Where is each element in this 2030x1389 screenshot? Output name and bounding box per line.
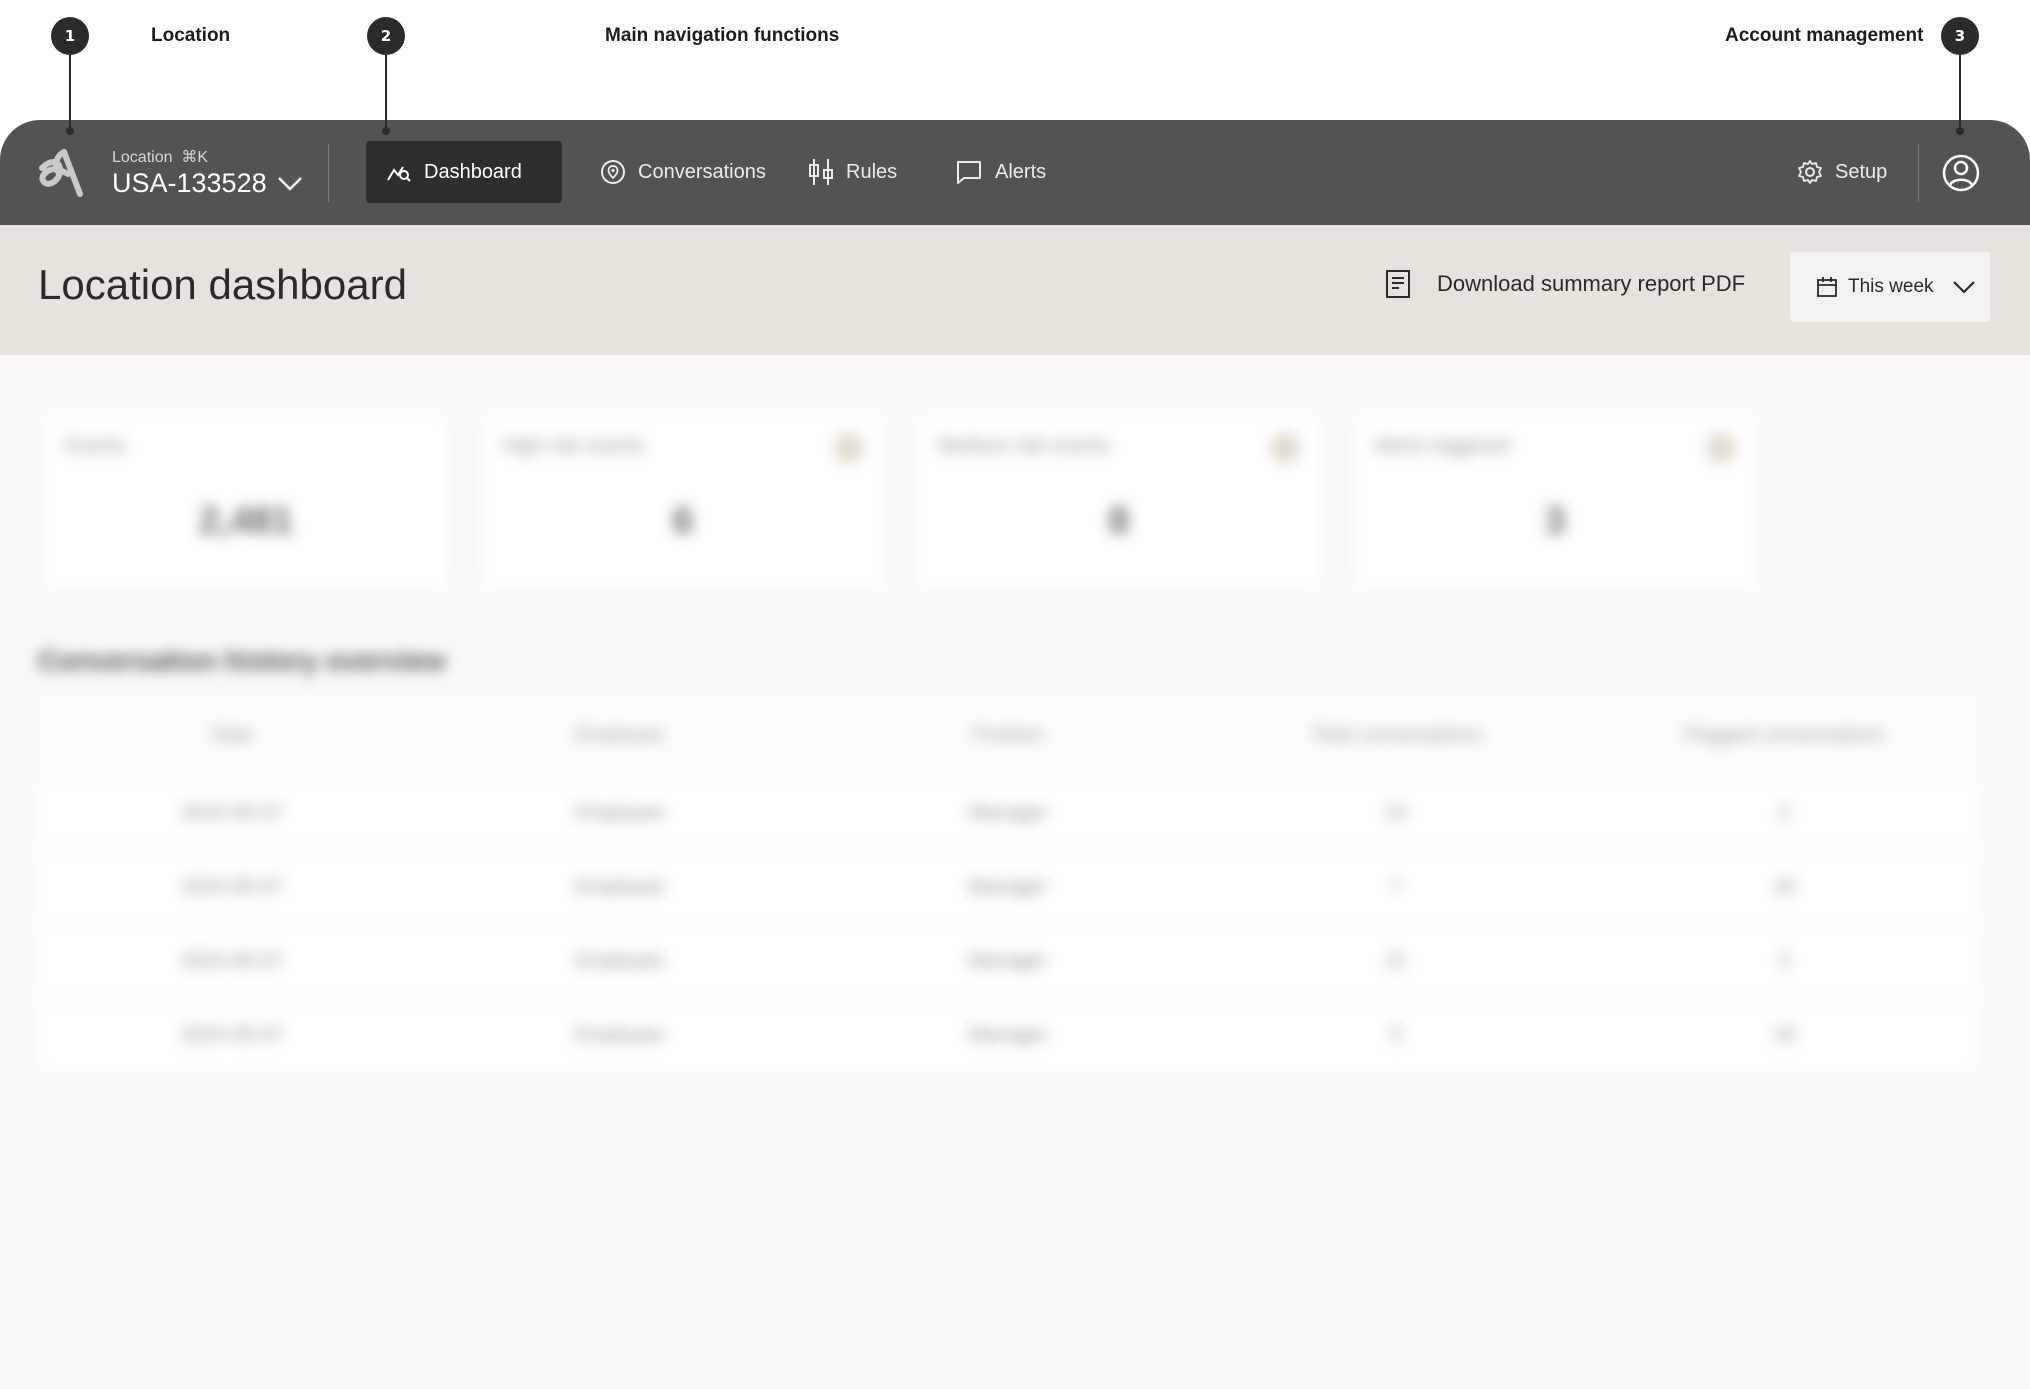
chevron-down-icon (1952, 281, 1975, 294)
blurred-dashboard-content: Events 2,481 High risk events 6 Medium r… (0, 355, 2030, 1389)
location-selector[interactable]: USA-133528 (112, 168, 303, 199)
table-cell: 7 (1390, 875, 1402, 898)
table-cell: Employee (575, 875, 665, 898)
table-cell: 2024-05-07 (180, 875, 284, 898)
annotation-leader-1 (66, 55, 74, 135)
selected-location: USA-133528 (112, 168, 267, 198)
annotation-label-location: Location (151, 25, 231, 46)
location-label: Location ⌘K (112, 149, 209, 166)
table-cell: 24 (1384, 801, 1408, 824)
nav-item-label: Conversations (638, 160, 766, 183)
table-cell: 19 (1772, 1023, 1796, 1046)
info-icon (834, 433, 864, 463)
top-navigation-bar: Location ⌘K USA-133528 Dashboard Convers… (0, 120, 2030, 225)
column-header: Flagged conversations (1683, 723, 1885, 746)
table-cell: 18 (1772, 875, 1796, 898)
nav-item-alerts[interactable]: Alerts (935, 141, 1066, 203)
app-window: Location ⌘K USA-133528 Dashboard Convers… (0, 120, 2030, 1389)
date-range-select[interactable]: This week (1790, 252, 1990, 322)
keyboard-shortcut: ⌘K (181, 149, 209, 166)
table-cell: 2024-05-07 (180, 801, 284, 824)
metric-title: Events (65, 435, 127, 457)
table-cell: 2024-05-07 (180, 1023, 284, 1046)
metric-card: Events 2,481 (45, 415, 447, 590)
page-header: Location dashboard Download summary repo… (0, 225, 2030, 355)
nav-item-label: Alerts (995, 160, 1047, 183)
table-header: Date Employee Position Total conversatio… (38, 695, 1978, 775)
page-title: Location dashboard (38, 261, 407, 308)
document-icon (1386, 270, 1410, 298)
metric-title: High risk events (502, 435, 645, 457)
info-icon (1270, 433, 1300, 463)
download-report-button[interactable]: Download summary report PDF (1385, 269, 1745, 299)
account-avatar-icon[interactable] (1941, 153, 1981, 193)
table-row: 2024-05-07 Employee Manager 21 3 (38, 923, 1978, 997)
annotation-marker-3: 3 (1941, 17, 1979, 55)
table-cell: Manager (968, 801, 1048, 824)
table-row: 2024-05-07 Employee Manager 7 18 (38, 849, 1978, 923)
date-range-value: This week (1848, 276, 1934, 297)
metric-value: 8 (1108, 500, 1130, 542)
data-table: Date Employee Position Total conversatio… (38, 695, 1978, 1071)
table-cell: 2024-05-07 (180, 949, 284, 972)
setup-button[interactable]: Setup (1797, 141, 1887, 203)
table-cell: Manager (968, 875, 1048, 898)
metric-title: Alerts triggered (1374, 435, 1510, 457)
annotation-marker-2: 2 (367, 17, 405, 55)
table-cell: Employee (575, 801, 665, 824)
gear-icon (1798, 160, 1822, 184)
table-row: 2024-05-07 Employee Manager 24 2 (38, 775, 1978, 849)
divider (1918, 144, 1919, 202)
info-icon (1706, 433, 1736, 463)
table-cell: 3 (1778, 949, 1790, 972)
column-header: Date (210, 723, 254, 746)
nav-item-rules[interactable]: Rules (788, 141, 917, 203)
annotated-screenshot: 1 Location 2 Main navigation functions 3… (0, 0, 2030, 1389)
annotation-marker-1: 1 (51, 17, 89, 55)
metric-value: 3 (1544, 500, 1566, 542)
chevron-down-icon (277, 176, 302, 191)
column-header: Total conversations (1310, 723, 1482, 746)
annotation-label-account: Account management (1725, 25, 1924, 46)
sliders-icon (809, 159, 833, 185)
setup-label: Setup (1835, 160, 1888, 183)
brand-logo-icon[interactable] (36, 146, 94, 198)
chart-search-icon (387, 166, 411, 182)
metric-card: High risk events 6 (482, 415, 884, 590)
annotation-label-navigation: Main navigation functions (605, 25, 840, 46)
download-report-label: Download summary report PDF (1437, 271, 1746, 296)
column-header: Employee (575, 723, 665, 746)
metric-value: 2,481 (198, 500, 294, 542)
table-cell: 2 (1778, 801, 1790, 824)
table-cell: Employee (575, 1023, 665, 1046)
message-icon (957, 161, 981, 184)
metric-value: 6 (672, 500, 694, 542)
section-title: Conversation history overview (38, 645, 446, 676)
metric-card: Medium risk events 8 (918, 415, 1320, 590)
metric-card: Alerts triggered 3 (1354, 415, 1756, 590)
table-cell: Manager (968, 1023, 1048, 1046)
nav-item-label: Rules (846, 160, 898, 183)
divider (328, 144, 329, 202)
nav-item-dashboard[interactable]: Dashboard (366, 141, 562, 203)
calendar-icon (1817, 277, 1837, 297)
annotation-leader-3 (1956, 55, 1964, 135)
table-cell: Manager (968, 949, 1048, 972)
table-cell: 21 (1384, 949, 1408, 972)
table-cell: Employee (575, 949, 665, 972)
annotation-leader-2 (382, 55, 390, 135)
column-header: Position (972, 723, 1044, 746)
location-chat-icon (601, 160, 625, 184)
nav-item-conversations[interactable]: Conversations (580, 141, 786, 203)
metric-title: Medium risk events (938, 435, 1111, 457)
table-row: 2024-05-07 Employee Manager 5 19 (38, 997, 1978, 1071)
table-cell: 5 (1390, 1023, 1402, 1046)
nav-item-label: Dashboard (424, 160, 522, 183)
